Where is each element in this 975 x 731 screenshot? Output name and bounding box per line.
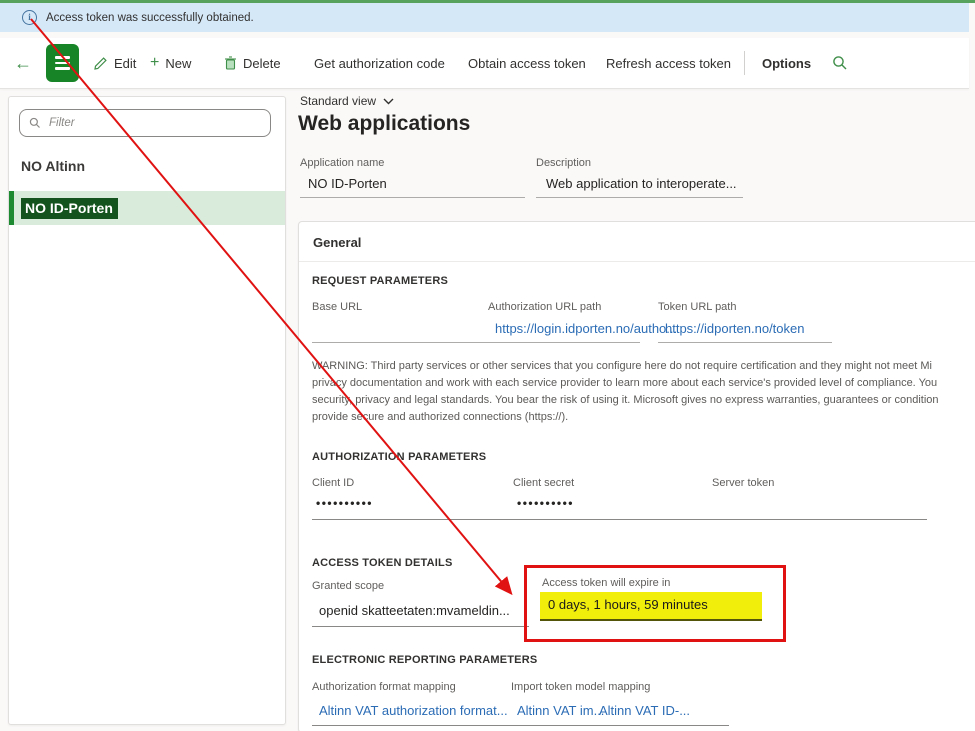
authorization-url-field[interactable]: https://login.idporten.no/autho...: [495, 321, 677, 336]
authorization-format-mapping-field[interactable]: Altinn VAT authorization format...: [319, 703, 508, 718]
token-url-label: Token URL path: [658, 301, 736, 313]
access-token-details-heading: ACCESS TOKEN DETAILS: [312, 557, 453, 569]
general-section-card: General REQUEST PARAMETERS Base URL Auth…: [298, 221, 975, 731]
back-button[interactable]: ←: [14, 38, 32, 88]
server-token-field[interactable]: [712, 519, 927, 520]
trash-icon: [224, 56, 237, 70]
filter-input[interactable]: [47, 116, 251, 130]
edit-button[interactable]: Edit: [94, 38, 136, 88]
import-token-model-mapping-field-1[interactable]: Altinn VAT im...: [517, 703, 604, 718]
import-token-model-mapping-label: Import token model mapping: [511, 681, 650, 693]
list-item-no-id-porten[interactable]: NO ID-Porten: [9, 191, 285, 225]
edit-label: Edit: [114, 56, 136, 71]
action-toolbar: ← Edit + New Delete Get authorization co…: [0, 38, 969, 89]
general-section-header[interactable]: General: [313, 235, 361, 250]
filter-box[interactable]: [19, 109, 271, 137]
refresh-access-token-button[interactable]: Refresh access token: [606, 38, 731, 88]
plus-icon: +: [150, 54, 159, 72]
hamburger-icon: [55, 56, 70, 59]
toolbar-search-button[interactable]: [832, 38, 848, 88]
client-secret-label: Client secret: [513, 477, 574, 489]
authorization-url-label: Authorization URL path: [488, 301, 601, 313]
client-id-label: Client ID: [312, 477, 354, 489]
new-button[interactable]: + New: [150, 38, 191, 88]
view-selector[interactable]: Standard view: [300, 94, 394, 108]
application-name-label: Application name: [300, 157, 384, 169]
description-label: Description: [536, 157, 591, 169]
notification-bar: i Access token was successfully obtained…: [0, 3, 969, 32]
chevron-down-icon: [383, 98, 394, 105]
list-item-no-altinn[interactable]: NO Altinn: [9, 149, 285, 183]
get-authorization-code-button[interactable]: Get authorization code: [314, 38, 445, 88]
delete-label: Delete: [243, 56, 281, 71]
granted-scope-label: Granted scope: [312, 580, 384, 592]
import-token-model-mapping-field-2[interactable]: Altinn VAT ID-...: [599, 703, 690, 718]
search-icon: [832, 55, 848, 71]
authorization-format-mapping-label: Authorization format mapping: [312, 681, 456, 693]
base-url-label: Base URL: [312, 301, 362, 313]
electronic-reporting-parameters-heading: ELECTRONIC REPORTING PARAMETERS: [312, 654, 537, 666]
token-expire-label: Access token will expire in: [542, 577, 670, 589]
server-token-label: Server token: [712, 477, 774, 489]
records-list-panel: NO Altinn NO ID-Porten: [8, 96, 286, 725]
third-party-warning-text: WARNING: Third party services or other s…: [312, 358, 975, 426]
description-underline: [536, 197, 743, 198]
delete-button[interactable]: Delete: [224, 38, 281, 88]
page-title: Web applications: [298, 112, 470, 136]
granted-scope-field[interactable]: openid skatteetaten:mvameldin...: [319, 603, 510, 618]
nav-pane-toggle-button[interactable]: [46, 44, 79, 82]
toolbar-divider: [744, 51, 745, 75]
obtain-access-token-button[interactable]: Obtain access token: [468, 38, 586, 88]
application-name-field[interactable]: NO ID-Porten: [308, 176, 387, 191]
info-icon: i: [22, 10, 37, 25]
d365-web-applications-page: i Access token was successfully obtained…: [0, 0, 975, 731]
options-button[interactable]: Options: [762, 38, 811, 88]
description-field[interactable]: Web application to interoperate...: [546, 176, 737, 191]
pencil-icon: [94, 56, 108, 70]
authorization-parameters-heading: AUTHORIZATION PARAMETERS: [312, 451, 486, 463]
back-arrow-icon: ←: [14, 53, 32, 74]
client-id-field[interactable]: ••••••••••: [316, 496, 373, 510]
token-expire-field-highlighted[interactable]: 0 days, 1 hours, 59 minutes: [540, 592, 762, 621]
request-parameters-heading: REQUEST PARAMETERS: [312, 275, 448, 287]
notification-text: Access token was successfully obtained.: [46, 12, 254, 24]
filter-search-icon: [29, 117, 41, 129]
application-name-underline: [300, 197, 525, 198]
client-secret-field[interactable]: ••••••••••: [517, 496, 574, 510]
section-divider: [299, 261, 975, 262]
new-label: New: [165, 56, 191, 71]
token-url-field[interactable]: https://idporten.no/token: [665, 321, 804, 336]
token-expire-value: 0 days, 1 hours, 59 minutes: [548, 597, 708, 612]
